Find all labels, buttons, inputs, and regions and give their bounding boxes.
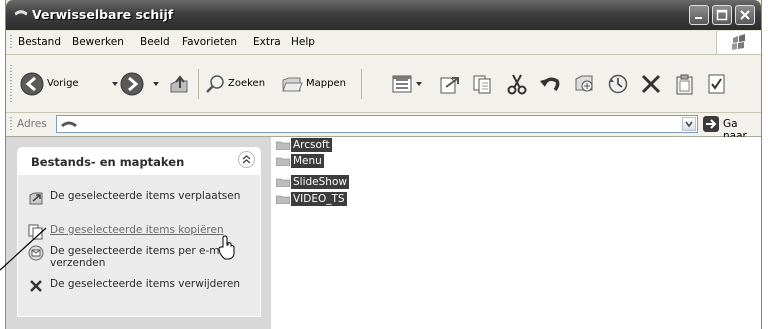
views-icon	[392, 75, 412, 93]
properties-sheet-button[interactable]	[706, 55, 730, 112]
forward-button[interactable]	[120, 55, 164, 112]
address-dropdown[interactable]	[682, 117, 696, 131]
title-bar[interactable]: Verwisselbare schijf	[6, 0, 761, 30]
toolbar-grip[interactable]	[10, 65, 12, 103]
panel-header[interactable]: Bestands- en maptaken	[17, 147, 261, 175]
clipboard-icon	[676, 74, 693, 95]
delete-button[interactable]	[640, 55, 664, 112]
toolbar-separator	[361, 69, 362, 99]
folder-name: Menu	[291, 154, 324, 168]
properties-button[interactable]	[573, 55, 597, 112]
copy-to-button[interactable]	[471, 55, 495, 112]
file-folder-tasks-panel: Bestands- en maptaken De geselecteerde i…	[17, 147, 261, 317]
removable-drive-icon	[61, 121, 77, 127]
go-button[interactable]	[703, 116, 719, 132]
search-icon	[206, 75, 224, 93]
folder-icon	[276, 195, 290, 204]
views-button[interactable]	[391, 55, 427, 112]
folders-label: Mappen	[306, 78, 346, 89]
folders-button[interactable]: Mappen	[281, 55, 355, 112]
maximize-button[interactable]	[712, 5, 732, 25]
windows-flag-icon	[732, 34, 745, 50]
back-label: Vorige	[47, 78, 79, 89]
double-chevron-up-icon	[242, 155, 251, 164]
folder-icon	[276, 157, 290, 166]
move-to-icon	[440, 77, 459, 94]
folder-name: VIDEO_TS	[291, 192, 347, 206]
menu-extra[interactable]: Extra	[253, 36, 281, 48]
menu-bewerken[interactable]: Bewerken	[72, 36, 124, 48]
folders-icon	[282, 77, 303, 92]
back-button[interactable]: Vorige	[18, 55, 118, 112]
scissors-icon	[507, 74, 527, 95]
toolbar-separator	[198, 69, 199, 99]
chevron-down-icon	[685, 121, 693, 128]
menu-beeld[interactable]: Beeld	[140, 36, 170, 48]
close-button[interactable]	[735, 5, 755, 25]
go-arrow-icon	[706, 119, 717, 129]
collapse-button[interactable]	[238, 151, 255, 168]
delete-icon	[30, 280, 42, 292]
explorer-window: Verwisselbare schijf Bestand Bewerken Be…	[5, 0, 762, 329]
copy-icon	[28, 224, 43, 240]
history-button[interactable]	[607, 55, 631, 112]
undo-button[interactable]	[539, 55, 563, 112]
move-icon	[29, 192, 43, 205]
content-area: Bestands- en maptaken De geselecteerde i…	[6, 137, 761, 329]
panel-title: Bestands- en maptaken	[31, 155, 185, 169]
delete-icon	[641, 74, 661, 94]
back-arrow-icon	[20, 72, 44, 96]
folder-icon	[276, 141, 290, 150]
menu-bar: Bestand Bewerken Beeld Favorieten Extra …	[6, 31, 761, 55]
copy-to-icon	[473, 75, 491, 94]
address-label: Adres	[17, 118, 47, 130]
up-folder-button[interactable]	[169, 55, 191, 112]
undo-icon	[540, 77, 560, 92]
maximize-icon	[716, 9, 728, 21]
address-input[interactable]	[56, 115, 698, 133]
removable-drive-icon	[14, 10, 28, 16]
address-grip[interactable]	[10, 117, 12, 132]
paste-button[interactable]	[674, 55, 698, 112]
minimize-icon	[695, 17, 702, 19]
properties-icon	[575, 75, 593, 92]
chevron-down-icon[interactable]	[112, 82, 118, 86]
chevron-down-icon[interactable]	[153, 82, 159, 86]
menu-favorieten[interactable]: Favorieten	[182, 36, 237, 48]
menu-help[interactable]: Help	[291, 36, 315, 48]
folder-name: Arcsoft	[291, 138, 332, 152]
folder-name: SlideShow	[291, 175, 349, 189]
task-label: De geselecteerde items verplaatsen	[50, 190, 241, 202]
email-icon	[28, 245, 44, 261]
close-icon	[740, 10, 750, 20]
menu-bestand[interactable]: Bestand	[18, 36, 61, 48]
forward-arrow-icon	[120, 72, 144, 96]
checklist-icon	[708, 74, 725, 94]
cut-button[interactable]	[506, 55, 530, 112]
address-bar: Adres Ga naar	[6, 113, 761, 142]
move-to-button[interactable]	[438, 55, 462, 112]
window-title: Verwisselbare schijf	[32, 7, 174, 22]
minimize-button[interactable]	[689, 5, 709, 25]
folder-icon	[276, 178, 290, 187]
task-label: De geselecteerde items verwijderen	[50, 278, 240, 290]
history-icon	[608, 74, 628, 94]
hand-cursor-icon	[218, 235, 235, 260]
standard-toolbar: Vorige Zoeken Mappen	[6, 55, 761, 113]
menu-grip[interactable]	[10, 35, 12, 50]
folder-up-icon	[170, 75, 188, 93]
search-label: Zoeken	[228, 78, 266, 89]
chevron-down-icon[interactable]	[416, 82, 422, 86]
task-pane: Bestands- en maptaken De geselecteerde i…	[6, 137, 271, 329]
search-button[interactable]: Zoeken	[205, 55, 275, 112]
windows-logo	[716, 31, 761, 54]
